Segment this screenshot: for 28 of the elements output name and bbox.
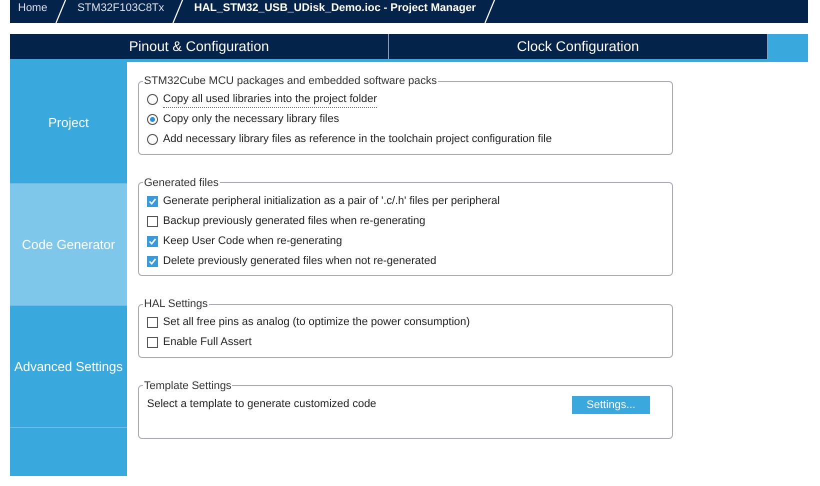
- checkbox[interactable]: [147, 216, 158, 226]
- option-label: Keep User Code when re-generating: [163, 234, 342, 249]
- radio-button[interactable]: [147, 94, 158, 105]
- template-description: Select a template to generate customized code: [147, 397, 376, 412]
- checkbox[interactable]: [147, 337, 158, 348]
- group-title: Template Settings: [143, 378, 232, 394]
- checkbox[interactable]: [147, 317, 158, 328]
- tab[interactable]: Clock Configuration: [389, 34, 768, 59]
- option-label: Delete previously generated files when not re-generated: [163, 254, 436, 269]
- option-label: Add necessary library files as reference in the toolchain project configuration file: [163, 132, 552, 148]
- option-label: Copy all used libraries into the project folder: [163, 90, 378, 108]
- option-label: Generate peripheral initialization as a pair of '.c/.h' files per peripheral: [163, 194, 500, 209]
- checkbox[interactable]: [147, 236, 158, 246]
- checkbox[interactable]: [147, 256, 158, 266]
- option-label: Set all free pins as analog (to optimize the power consumption): [163, 315, 470, 330]
- option-label: Enable Full Assert: [163, 335, 252, 350]
- breadcrumb[interactable]: Home: [10, 0, 56, 17]
- checkbox[interactable]: [147, 196, 158, 206]
- tab[interactable]: Pinout & Configuration: [10, 34, 389, 59]
- option-label: Backup previously generated files when re-generating: [163, 214, 426, 229]
- breadcrumb[interactable]: HAL_STM32_USB_UDisk_Demo.ioc - Project Manager: [186, 0, 484, 17]
- group-title: STM32Cube MCU packages and embedded software packs: [143, 74, 438, 89]
- breadcrumb[interactable]: STM32F103C8Tx: [69, 0, 172, 17]
- option-label: Copy only the necessary library files: [163, 112, 340, 128]
- group-title: HAL Settings: [143, 297, 209, 312]
- radio-button[interactable]: [147, 134, 158, 145]
- group-title: Generated files: [143, 176, 220, 190]
- radio-button[interactable]: [147, 114, 158, 125]
